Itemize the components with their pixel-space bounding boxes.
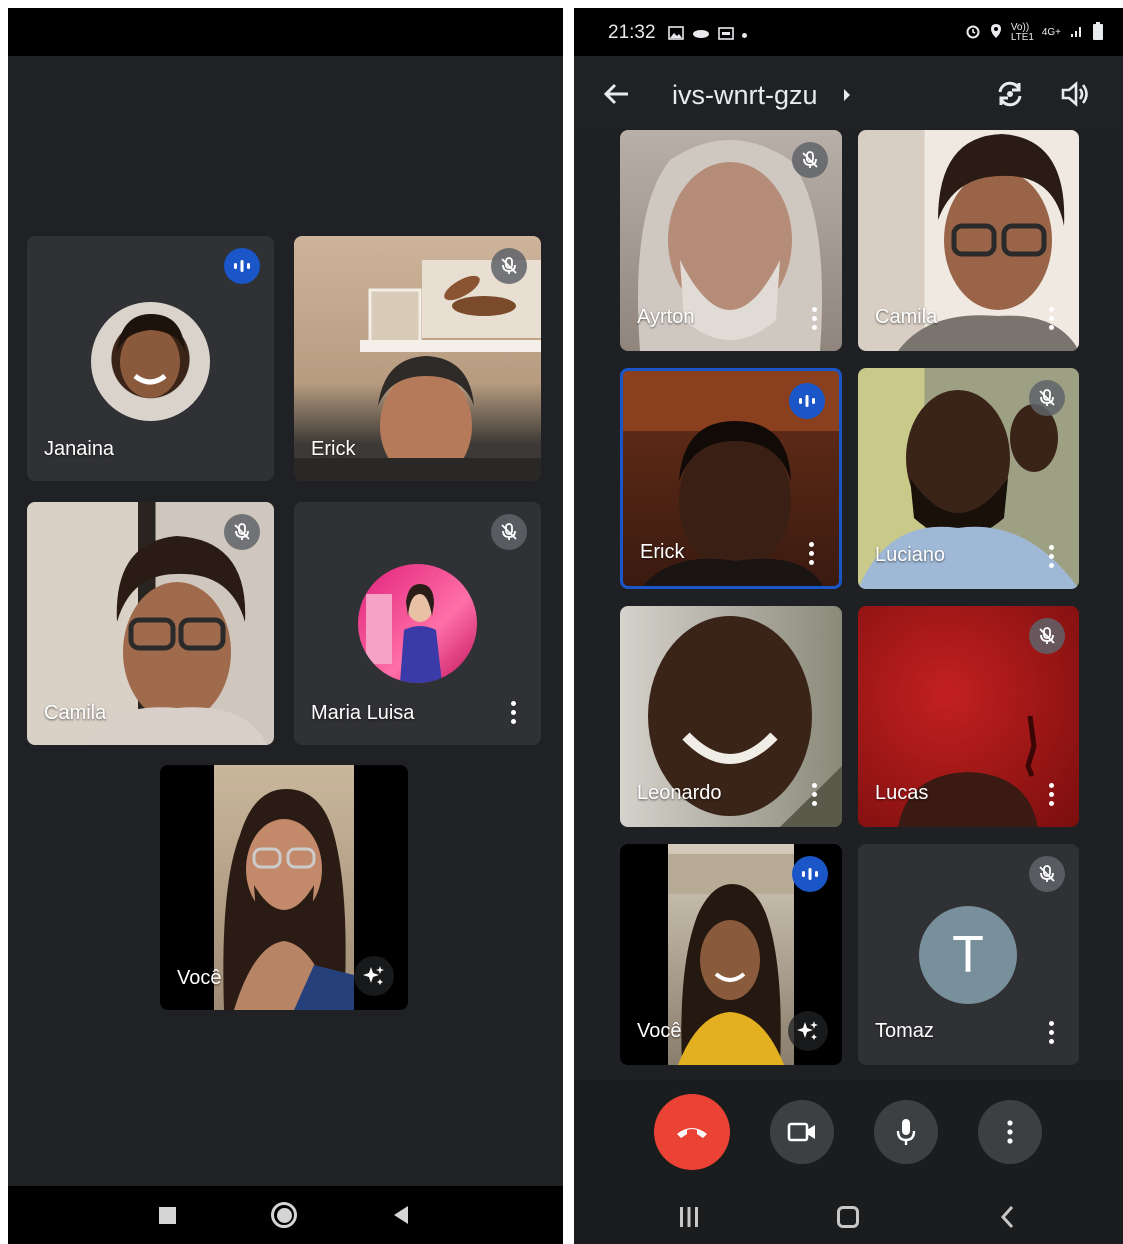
app-icon bbox=[692, 24, 710, 46]
navigation-bar bbox=[8, 1186, 563, 1244]
muted-mic-icon bbox=[1029, 380, 1065, 416]
participant-name: Você bbox=[177, 967, 222, 989]
participant-name: Maria Luisa bbox=[311, 702, 415, 724]
speaking-indicator-icon bbox=[789, 383, 825, 419]
status-bar bbox=[8, 8, 563, 56]
participant-menu-button[interactable] bbox=[1041, 303, 1061, 333]
muted-mic-icon bbox=[224, 514, 260, 550]
back-arrow-icon[interactable] bbox=[602, 80, 630, 113]
home-circle-icon[interactable] bbox=[269, 1200, 299, 1230]
recents-lines-icon[interactable] bbox=[674, 1202, 704, 1232]
left-phone-screen: Janaina Erick Camila Maria Luisa Você bbox=[8, 8, 563, 1244]
participant-name: Camila bbox=[44, 702, 107, 724]
alarm-icon bbox=[965, 23, 981, 42]
participant-menu-button[interactable] bbox=[804, 779, 824, 809]
speaking-indicator-icon bbox=[792, 856, 828, 892]
more-dot-icon bbox=[742, 32, 747, 38]
avatar bbox=[358, 564, 477, 683]
participant-name: Camila bbox=[875, 306, 938, 328]
muted-mic-icon bbox=[792, 142, 828, 178]
speaker-volume-icon[interactable] bbox=[1060, 80, 1090, 113]
calendar-icon bbox=[718, 24, 734, 46]
participant-tile-camila[interactable]: Camila bbox=[27, 502, 274, 745]
effects-sparkle-icon[interactable] bbox=[788, 1011, 828, 1051]
muted-mic-icon bbox=[1029, 856, 1065, 892]
participant-tile-maria-luisa[interactable]: Maria Luisa bbox=[294, 502, 541, 745]
participant-menu-button[interactable] bbox=[503, 697, 523, 727]
hang-up-button[interactable] bbox=[654, 1094, 730, 1170]
participant-name: Erick bbox=[640, 541, 685, 563]
speaking-indicator-icon bbox=[224, 248, 260, 284]
muted-mic-icon bbox=[491, 248, 527, 284]
switch-camera-icon[interactable] bbox=[994, 78, 1026, 115]
status-bar: 21:32 Vo)) LTE1 4G+ bbox=[574, 8, 1123, 56]
system-icons: Vo)) LTE1 4G+ bbox=[965, 22, 1103, 43]
caret-right-icon[interactable] bbox=[842, 87, 852, 108]
participant-tile-luciano[interactable]: Luciano bbox=[858, 368, 1079, 589]
signal-icon bbox=[1070, 24, 1084, 41]
volte-label: Vo)) LTE1 bbox=[1010, 21, 1034, 43]
participant-tile-leonardo[interactable]: Leonardo bbox=[620, 606, 842, 827]
navigation-bar bbox=[574, 1192, 1123, 1244]
microphone-toggle-button[interactable] bbox=[874, 1100, 938, 1164]
participant-tile-erick[interactable]: Erick bbox=[294, 236, 541, 481]
participant-name: Erick bbox=[311, 438, 356, 460]
camera-toggle-button[interactable] bbox=[770, 1100, 834, 1164]
call-controls bbox=[574, 1080, 1123, 1192]
participant-menu-button[interactable] bbox=[1041, 541, 1061, 571]
participant-name: Tomaz bbox=[875, 1020, 934, 1042]
image-icon bbox=[668, 24, 684, 46]
self-video bbox=[214, 765, 354, 1010]
location-icon bbox=[990, 23, 1002, 42]
participant-tile-lucas[interactable]: Lucas bbox=[858, 606, 1079, 827]
participant-name: Leonardo bbox=[637, 782, 722, 804]
right-phone-screen: 21:32 Vo)) LTE1 4G+ ivs-wnrt-gzu Ayrton bbox=[574, 8, 1123, 1244]
meeting-header: ivs-wnrt-gzu bbox=[574, 56, 1123, 132]
participant-name: Janaina bbox=[44, 438, 115, 460]
participant-menu-button[interactable] bbox=[804, 303, 824, 333]
back-chevron-icon[interactable] bbox=[992, 1202, 1022, 1232]
more-options-button[interactable] bbox=[978, 1100, 1042, 1164]
participant-name: Você bbox=[637, 1020, 682, 1042]
meeting-code[interactable]: ivs-wnrt-gzu bbox=[672, 80, 818, 111]
participant-menu-button[interactable] bbox=[1041, 1017, 1061, 1047]
muted-mic-icon bbox=[491, 514, 527, 550]
avatar-initial: T bbox=[919, 906, 1017, 1004]
self-video bbox=[668, 844, 794, 1065]
participant-menu-button[interactable] bbox=[1041, 779, 1061, 809]
notification-icons bbox=[668, 24, 747, 46]
participant-name: Lucas bbox=[875, 782, 929, 804]
participant-tile-ayrton[interactable]: Ayrton bbox=[620, 130, 842, 351]
back-triangle-icon[interactable] bbox=[386, 1200, 416, 1230]
avatar bbox=[91, 302, 210, 421]
self-view-tile[interactable]: Você bbox=[160, 765, 408, 1010]
participant-tile-erick-active[interactable]: Erick bbox=[620, 368, 842, 589]
self-view-tile[interactable]: Você bbox=[620, 844, 842, 1065]
network-label: 4G+ bbox=[1041, 27, 1061, 38]
status-time: 21:32 bbox=[608, 22, 656, 43]
home-square-icon[interactable] bbox=[833, 1202, 863, 1232]
participant-menu-button[interactable] bbox=[801, 538, 821, 568]
muted-mic-icon bbox=[1029, 618, 1065, 654]
battery-icon bbox=[1093, 22, 1103, 43]
participant-name: Luciano bbox=[875, 544, 946, 566]
effects-sparkle-icon[interactable] bbox=[354, 956, 394, 996]
recents-square-icon[interactable] bbox=[152, 1200, 182, 1230]
participant-name: Ayrton bbox=[637, 306, 695, 328]
participant-tile-tomaz[interactable]: T Tomaz bbox=[858, 844, 1079, 1065]
participant-tile-camila[interactable]: Camila bbox=[858, 130, 1079, 351]
participant-tile-janaina[interactable]: Janaina bbox=[27, 236, 274, 481]
